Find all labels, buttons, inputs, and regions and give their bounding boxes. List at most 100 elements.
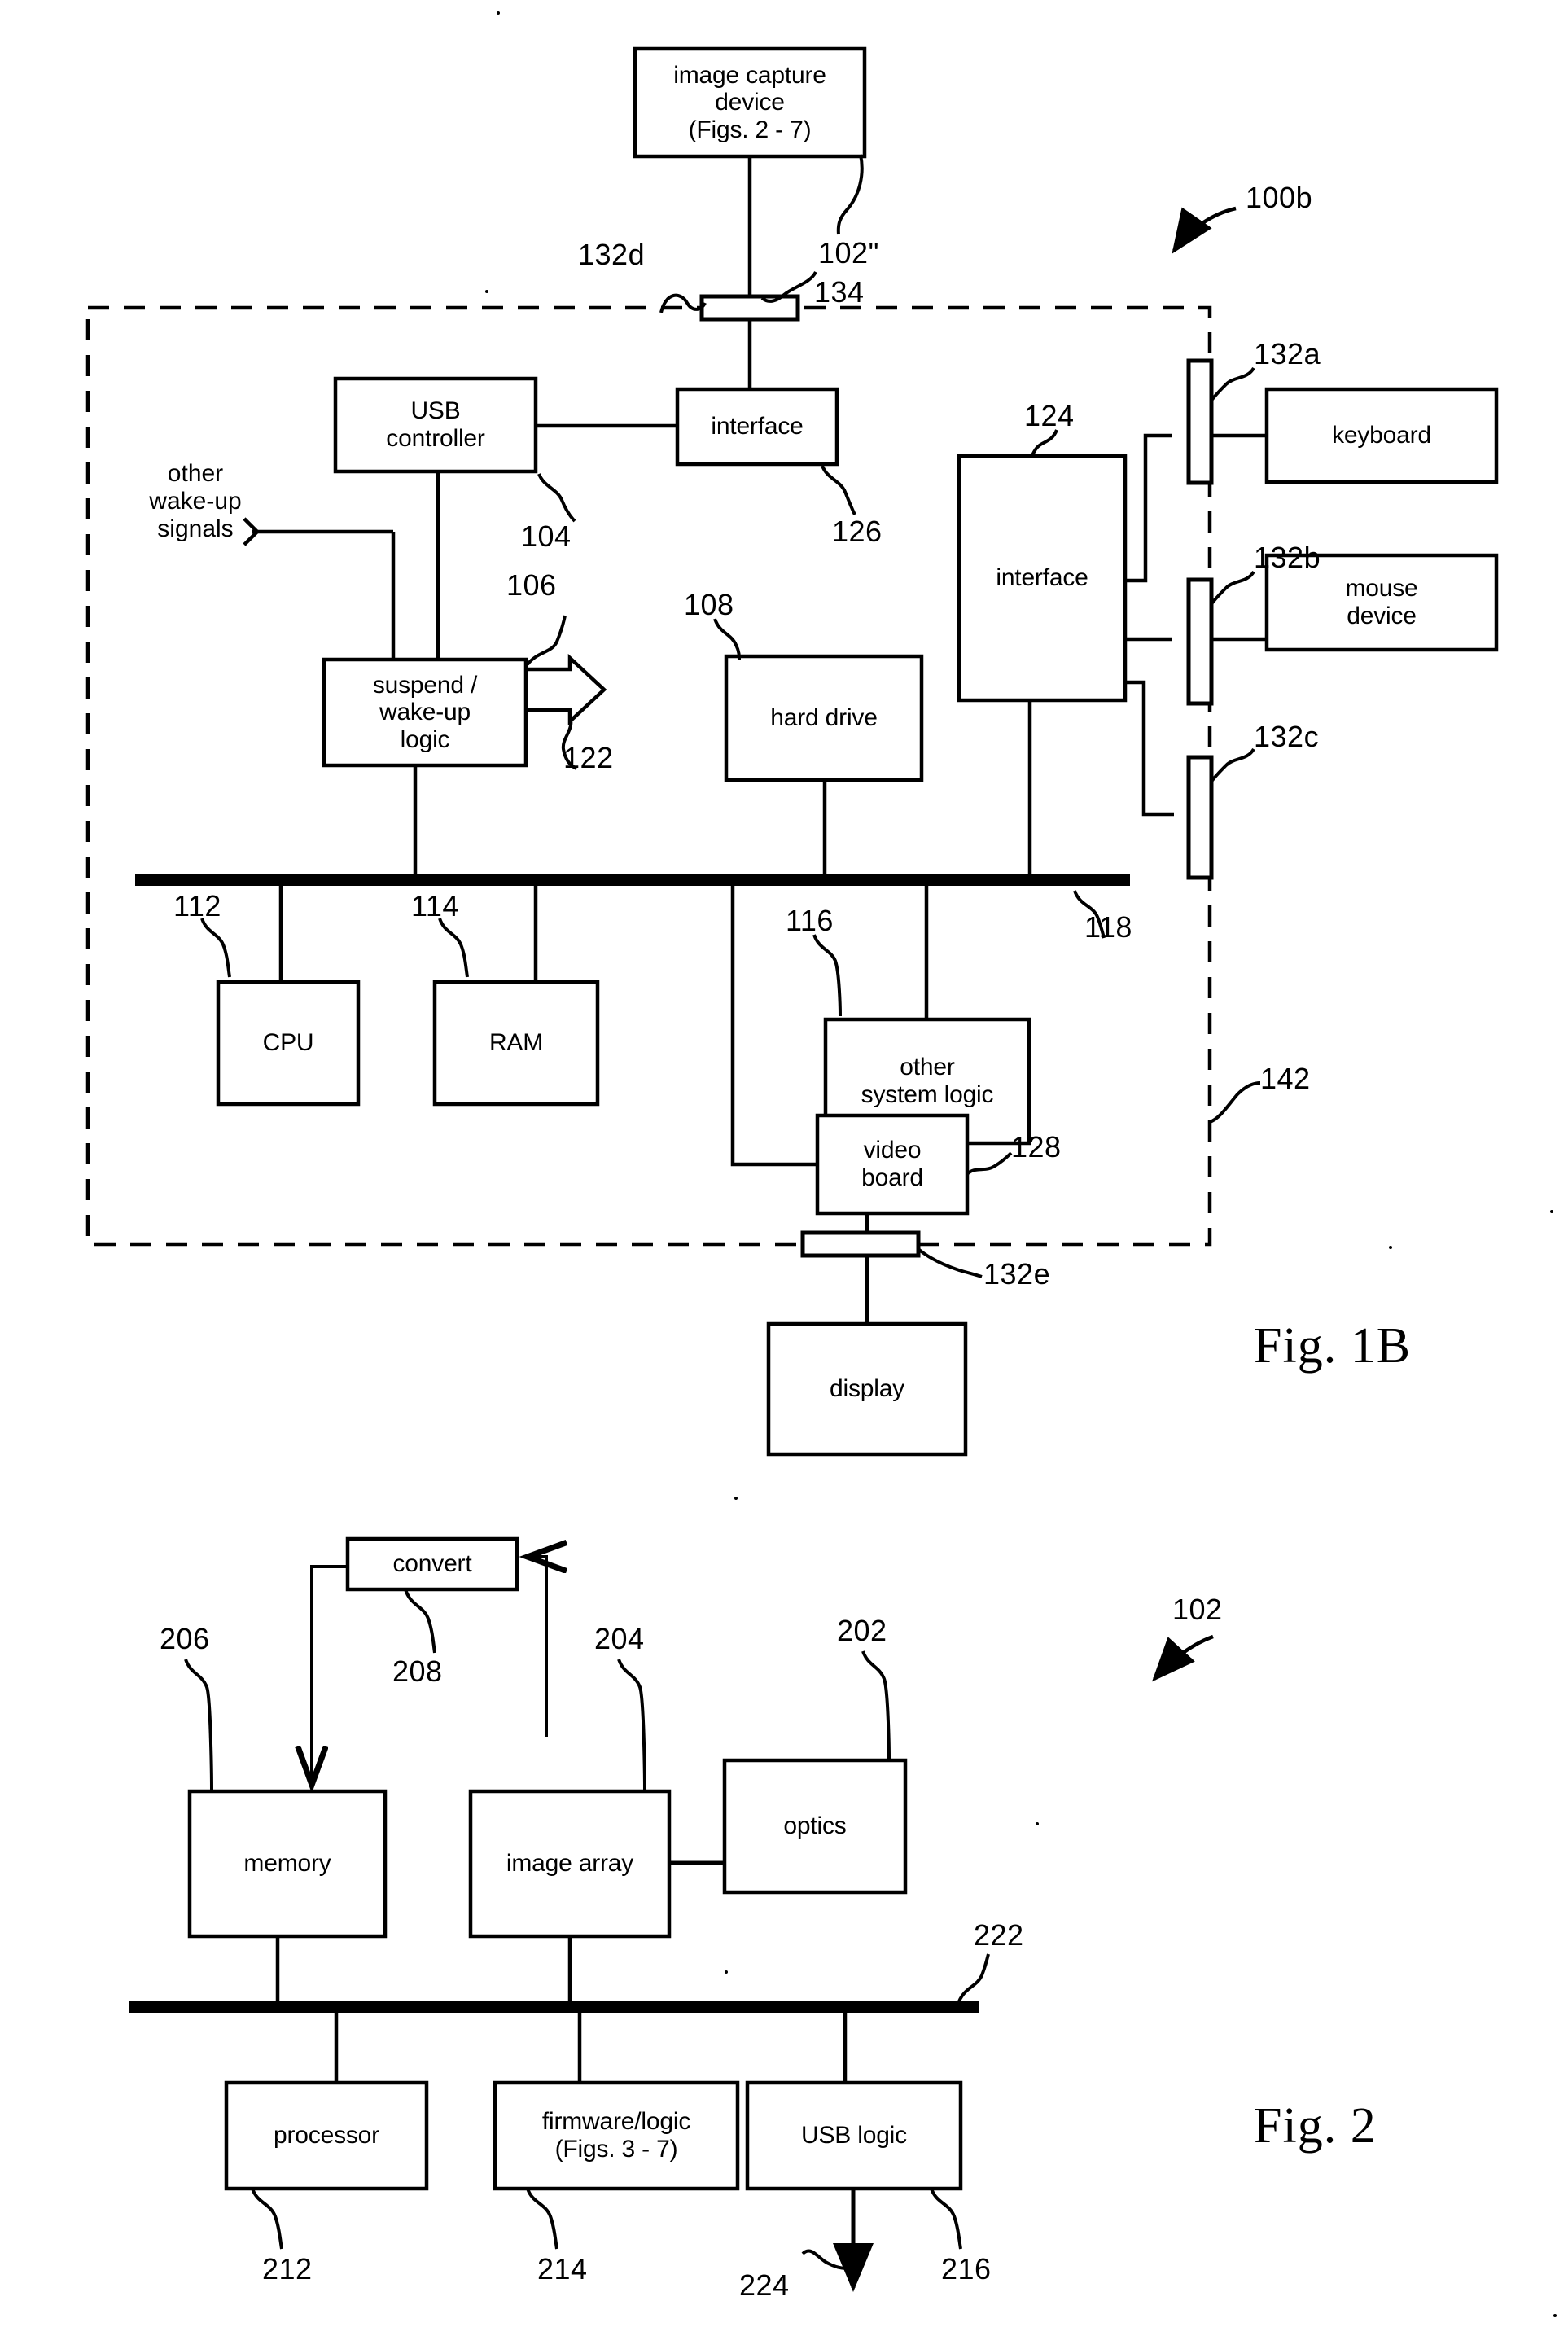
wire-convert-to-memory <box>312 1565 348 1785</box>
ref-108: 108 <box>684 588 734 621</box>
box-video-board <box>815 1113 970 1216</box>
ref-118: 118 <box>1084 910 1132 944</box>
scan-speck <box>1036 1822 1039 1825</box>
ref-132e: 132e <box>983 1257 1051 1291</box>
leader-126 <box>821 465 856 515</box>
bus-222 <box>129 2001 979 2013</box>
patent-figure-sheet: image capture device (Figs. 2 - 7) USB c… <box>0 0 1568 2336</box>
scan-speck <box>485 290 488 293</box>
wire-imagearray-to-convert <box>528 1557 546 1737</box>
scan-speck <box>734 1497 738 1500</box>
ref-132b: 132b <box>1254 541 1321 574</box>
ref-100b: 100b <box>1246 181 1313 214</box>
leader-204 <box>617 1659 646 1790</box>
ref-224: 224 <box>739 2268 790 2302</box>
scan-speck <box>497 11 500 15</box>
scan-speck <box>1550 1210 1553 1213</box>
box-memory <box>187 1789 388 1939</box>
leader-214 <box>526 2188 558 2250</box>
ref-132a: 132a <box>1254 337 1321 370</box>
ref-104: 104 <box>521 519 572 553</box>
ref-102-double-prime: 102" <box>818 236 879 270</box>
ref-112: 112 <box>173 889 221 923</box>
leader-102dq <box>836 154 864 235</box>
ref-106: 106 <box>506 568 557 602</box>
ref-114: 114 <box>411 889 459 923</box>
bus-118 <box>135 874 1130 886</box>
ref-134: 134 <box>814 275 865 309</box>
leader-206 <box>184 1659 213 1790</box>
ref-204: 204 <box>594 1622 645 1655</box>
leader-106 <box>526 615 567 666</box>
leader-112 <box>200 918 231 978</box>
ref-202: 202 <box>837 1614 887 1647</box>
text-other-wakeup-signals: other wake-up signals <box>149 460 242 543</box>
leader-132c <box>1210 747 1255 783</box>
wire-interface-to-132a <box>1125 433 1172 583</box>
ref-212: 212 <box>262 2252 313 2286</box>
box-convert <box>345 1536 519 1592</box>
box-hard-drive <box>724 654 924 782</box>
ref-214: 214 <box>537 2252 588 2286</box>
ref-206: 206 <box>160 1622 210 1655</box>
box-usb-logic <box>745 2080 963 2191</box>
leader-132a <box>1210 366 1255 402</box>
ref-122: 122 <box>563 741 614 774</box>
box-cpu <box>216 980 361 1107</box>
connector-132e <box>800 1230 921 1258</box>
connector-132c <box>1186 755 1214 880</box>
box-image-array <box>468 1789 672 1939</box>
ref-216: 216 <box>941 2252 992 2286</box>
ref-116: 116 <box>786 904 834 937</box>
figure-line-art <box>85 46 1499 2292</box>
wire-interface-to-132c <box>1125 680 1174 817</box>
box-processor <box>224 2080 429 2191</box>
ref-222: 222 <box>974 1918 1024 1952</box>
leader-124 <box>1031 429 1058 457</box>
leader-212 <box>251 2188 283 2250</box>
box-interface-right <box>957 454 1128 703</box>
leader-102-fig2 <box>1151 1634 1214 1682</box>
figure-caption-1b: Fig. 1B <box>1254 1318 1412 1374</box>
leader-114 <box>438 918 469 978</box>
connector-132a <box>1186 358 1214 485</box>
ref-126: 126 <box>832 515 883 548</box>
leader-132d <box>659 293 707 313</box>
leader-142 <box>1209 1081 1261 1124</box>
leader-222 <box>957 1953 990 2002</box>
connector-132b <box>1186 577 1214 706</box>
leader-202 <box>861 1650 891 1760</box>
scan-speck <box>1389 1246 1392 1249</box>
leader-132e <box>917 1247 983 1278</box>
scan-speck <box>1553 2314 1557 2317</box>
box-firmware-logic <box>493 2080 740 2191</box>
arrow-122-output <box>528 653 607 726</box>
ref-142: 142 <box>1260 1062 1311 1095</box>
box-display <box>766 1321 968 1457</box>
box-ram <box>432 980 600 1107</box>
ref-102-fig2: 102 <box>1172 1593 1223 1626</box>
ref-132d: 132d <box>578 238 646 271</box>
box-suspend-wakeup-logic <box>322 657 528 768</box>
ref-124: 124 <box>1024 399 1075 432</box>
leader-100b <box>1172 206 1237 254</box>
leader-224 <box>801 2249 848 2270</box>
leader-128 <box>966 1151 1013 1176</box>
leader-216 <box>930 2188 962 2250</box>
scan-speck <box>725 1970 728 1974</box>
box-interface-top <box>675 387 839 467</box>
box-keyboard <box>1264 387 1499 484</box>
box-image-capture-device <box>633 46 867 159</box>
ref-128: 128 <box>1011 1130 1062 1164</box>
figure-caption-2: Fig. 2 <box>1254 2098 1377 2154</box>
leader-132b <box>1210 570 1255 606</box>
ref-208: 208 <box>392 1654 443 1688</box>
ref-132c: 132c <box>1254 720 1320 753</box>
connector-134 <box>699 294 800 322</box>
leader-104 <box>537 473 576 523</box>
leader-108 <box>713 618 741 660</box>
box-optics <box>722 1758 908 1895</box>
leader-116 <box>812 934 842 1017</box>
leader-208 <box>404 1589 436 1654</box>
box-usb-controller <box>333 376 538 474</box>
